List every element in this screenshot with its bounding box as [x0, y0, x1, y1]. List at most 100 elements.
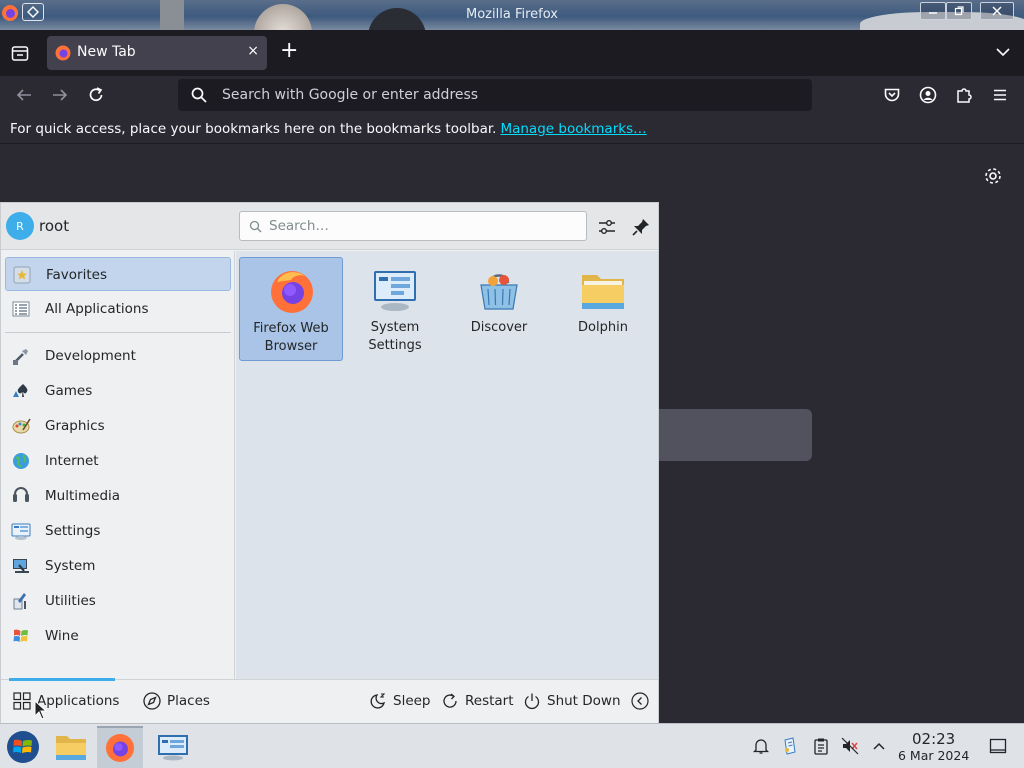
show-desktop-icon[interactable]	[988, 736, 1008, 756]
sleep-button[interactable]: Sleep	[369, 692, 431, 710]
navigation-toolbar: Search with Google or enter address	[0, 76, 1024, 114]
category-all-applications[interactable]: All Applications	[5, 292, 231, 326]
search-input[interactable]: Search…	[239, 211, 587, 241]
favorites-icon	[13, 266, 31, 284]
tab-close-button[interactable]: ×	[247, 43, 259, 59]
search-icon	[249, 220, 262, 237]
search-placeholder: Search…	[269, 218, 329, 234]
app-label: Dolphin	[578, 320, 628, 335]
category-development[interactable]: Development	[5, 339, 231, 373]
user-name: root	[39, 217, 70, 235]
app-label: Firefox Web Browser	[253, 321, 329, 354]
taskbar-firefox[interactable]	[97, 726, 143, 768]
gear-icon[interactable]	[983, 166, 1003, 190]
discover-icon	[480, 274, 518, 310]
account-icon[interactable]	[917, 84, 939, 106]
settings-icon	[11, 523, 31, 540]
app-discover[interactable]: Discover	[447, 257, 551, 361]
hamburger-menu-icon[interactable]	[989, 84, 1011, 106]
extensions-icon[interactable]	[953, 84, 975, 106]
search-icon	[190, 86, 208, 108]
bookmarks-toolbar: For quick access, place your bookmarks h…	[0, 114, 1024, 144]
minimize-button[interactable]	[920, 2, 946, 20]
wine-icon	[13, 629, 28, 642]
tab-new-tab[interactable]: New Tab ×	[47, 36, 267, 70]
address-placeholder: Search with Google or enter address	[222, 87, 479, 103]
back-arrow-icon[interactable]	[13, 84, 35, 106]
tab-title: New Tab	[77, 44, 136, 60]
avatar[interactable]: R	[6, 212, 34, 240]
system-settings-icon	[158, 735, 188, 761]
system-settings-icon	[374, 271, 416, 311]
clock-time[interactable]: 02:23	[912, 730, 955, 748]
mouse-cursor-icon	[34, 699, 48, 724]
tab-places[interactable]: Places	[143, 692, 210, 710]
category-graphics[interactable]: Graphics	[5, 409, 231, 443]
firefox-icon	[55, 45, 71, 65]
restart-icon	[443, 693, 457, 708]
category-settings[interactable]: Settings	[5, 514, 231, 548]
dolphin-folder-icon	[56, 736, 86, 760]
list-all-tabs-chevron-icon[interactable]	[994, 43, 1012, 65]
forward-arrow-icon[interactable]	[49, 84, 71, 106]
taskbar: 02:23 6 Mar 2024	[0, 723, 1024, 768]
shutdown-button[interactable]: Shut Down	[523, 692, 621, 710]
pin-icon[interactable]	[631, 217, 651, 241]
restart-button[interactable]: Restart	[441, 692, 514, 710]
clipboard-manager-icon[interactable]	[780, 736, 800, 756]
show-hidden-icons-chevron-icon[interactable]	[869, 736, 889, 756]
bookmarks-hint: For quick access, place your bookmarks h…	[10, 121, 497, 137]
start-menu-icon	[7, 731, 39, 763]
internet-icon	[13, 453, 29, 469]
clock-date[interactable]: 6 Mar 2024	[898, 748, 969, 763]
all-apps-icon	[12, 301, 30, 317]
configure-sliders-icon[interactable]	[597, 217, 617, 241]
pocket-icon[interactable]	[881, 84, 903, 106]
favorites-grid: Firefox Web Browser System Settings Disc…	[236, 251, 658, 679]
utilities-icon	[13, 593, 26, 610]
category-multimedia[interactable]: Multimedia	[5, 479, 231, 513]
launcher-footer: Applications Places Sleep Restart Shut D…	[1, 678, 658, 723]
taskbar-system-settings[interactable]	[150, 726, 196, 768]
category-games[interactable]: Games	[5, 374, 231, 408]
clipboard-icon[interactable]	[811, 736, 831, 756]
volume-muted-icon[interactable]	[840, 736, 860, 756]
firefox-view-icon[interactable]	[10, 43, 30, 67]
category-internet[interactable]: Internet	[5, 444, 231, 478]
taskbar-dolphin[interactable]	[48, 726, 94, 768]
launcher-header: R root Search…	[1, 203, 658, 250]
category-sidebar: Favorites All Applications Development G…	[1, 251, 235, 679]
active-tab-indicator	[9, 678, 115, 681]
multimedia-icon	[13, 487, 29, 502]
app-firefox-web-browser[interactable]: Firefox Web Browser	[239, 257, 343, 361]
category-divider	[5, 332, 231, 333]
category-system[interactable]: System	[5, 549, 231, 583]
window-titlebar[interactable]: Mozilla Firefox	[0, 0, 1024, 30]
applications-grid-icon	[13, 692, 31, 710]
manage-bookmarks-link[interactable]: Manage bookmarks…	[500, 121, 646, 137]
tab-applications[interactable]: Applications	[13, 692, 119, 710]
games-icon	[13, 384, 28, 397]
new-tab-button[interactable]: +	[280, 39, 298, 63]
notifications-bell-icon[interactable]	[751, 736, 771, 756]
window-title: Mozilla Firefox	[466, 7, 558, 22]
category-wine[interactable]: Wine	[5, 619, 231, 653]
firefox-icon	[271, 271, 313, 313]
chevron-left-icon	[631, 692, 649, 710]
power-icon	[524, 693, 540, 710]
category-favorites[interactable]: Favorites	[5, 257, 231, 291]
firefox-icon	[106, 734, 134, 762]
app-label: System Settings	[368, 320, 422, 353]
app-dolphin[interactable]: Dolphin	[551, 257, 655, 361]
app-system-settings[interactable]: System Settings	[343, 257, 447, 361]
more-session-options-button[interactable]	[631, 692, 649, 710]
maximize-button[interactable]	[946, 2, 972, 20]
sleep-icon	[370, 693, 386, 709]
application-launcher-button[interactable]	[0, 726, 46, 768]
application-launcher: R root Search… Favorites All Application…	[0, 202, 659, 723]
reload-icon[interactable]	[85, 84, 107, 106]
category-utilities[interactable]: Utilities	[5, 584, 231, 618]
tab-strip: New Tab × +	[0, 30, 1024, 76]
close-window-button[interactable]	[980, 2, 1014, 20]
address-bar[interactable]: Search with Google or enter address	[178, 79, 812, 111]
